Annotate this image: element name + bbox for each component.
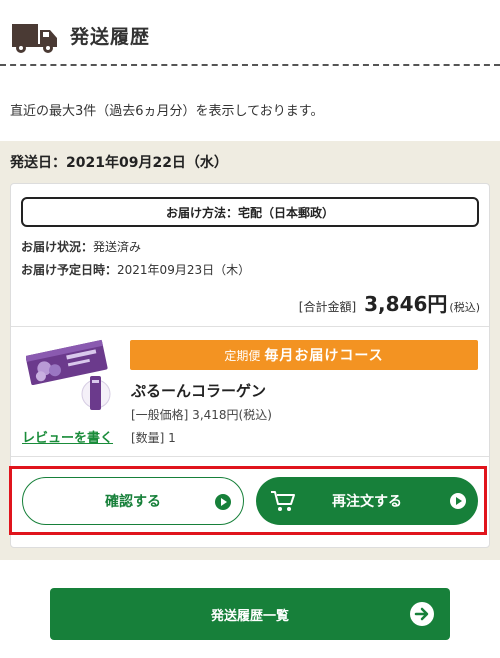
delivery-status-label: お届け状況： [21, 240, 94, 254]
delivery-status: お届け状況：発送済み [21, 238, 141, 255]
review-link[interactable]: レビューを書く [22, 427, 113, 446]
confirm-button-label: 確認する [105, 494, 161, 510]
product-image [26, 339, 111, 410]
chevron-right-icon [215, 494, 231, 510]
page-title: 発送履歴 [70, 26, 151, 48]
arrow-right-icon [410, 602, 434, 626]
notice-text: 直近の最大3件（過去6ヵ月分）を表示しております。 [10, 104, 324, 119]
delivery-eta-label: お届け予定日時： [21, 263, 118, 277]
page-header: 発送履歴 [0, 0, 500, 66]
chevron-right-icon [450, 493, 466, 509]
order-total: [合計金額] 3,846円 (税込) [299, 288, 480, 317]
course-name: 毎月お届けコース [264, 348, 384, 364]
history-list-button[interactable]: 発送履歴一覧 [50, 588, 450, 640]
delivery-method: お届け方法：宅配（日本郵政） [21, 197, 479, 227]
ship-date: 発送日：2021年09月22日（水） [10, 155, 228, 171]
course-type: 定期便 [224, 348, 261, 363]
history-list-label: 発送履歴一覧 [210, 608, 289, 624]
reorder-button[interactable]: 再注文する [256, 477, 478, 525]
subscription-banner: 定期便 毎月お届けコース [130, 340, 478, 370]
product-name: ぷるーんコラーゲン [131, 382, 267, 400]
product-price: [一般価格] 3,418円(税込) [131, 408, 272, 422]
total-amount: 3,846円 [364, 292, 448, 316]
delivery-eta-value: 2021年09月23日（木） [117, 263, 251, 277]
truck-icon [12, 24, 57, 53]
header-divider [0, 64, 500, 66]
card-divider-2 [11, 456, 489, 457]
confirm-button[interactable]: 確認する [22, 477, 244, 525]
product-quantity: [数量] 1 [131, 431, 176, 445]
total-label: [合計金額] [298, 300, 357, 314]
delivery-status-value: 発送済み [93, 240, 142, 254]
reorder-button-label: 再注文する [332, 494, 402, 510]
total-tax: (税込) [449, 301, 480, 314]
cart-icon [271, 491, 295, 511]
delivery-eta: お届け予定日時：2021年09月23日（木） [21, 261, 250, 278]
card-divider [11, 326, 489, 327]
